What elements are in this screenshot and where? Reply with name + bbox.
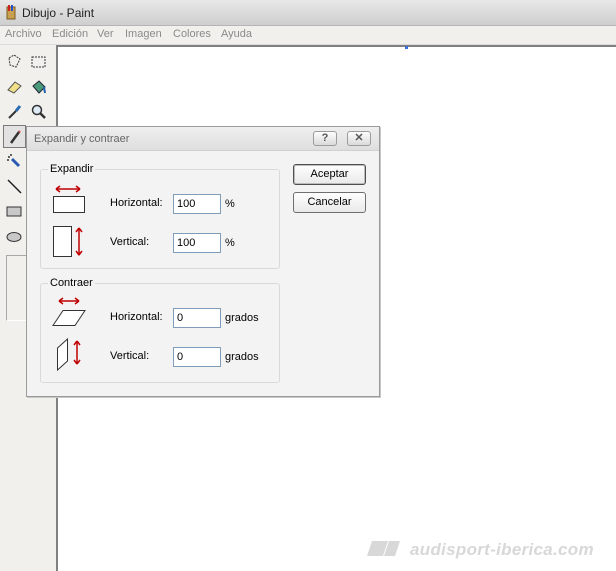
free-select-tool[interactable] [3,50,26,73]
stretch-vertical-label: Vertical: [110,236,150,248]
help-button[interactable]: ? [313,131,337,146]
skew-horizontal-label: Horizontal: [110,311,163,323]
line-icon [7,179,22,194]
fill-bucket-icon [32,80,46,94]
magnifier-icon [31,104,46,119]
help-icon: ? [321,132,329,144]
menu-bar: Archivo Edición Ver Imagen Colores Ayuda [0,26,616,45]
stretch-skew-dialog: Expandir y contraer ? ✕ Expandir Horizon… [26,126,380,397]
eraser-tool[interactable] [3,75,26,98]
rectangle-icon [6,206,22,217]
stretch-horizontal-unit: % [225,198,235,210]
airbrush-icon [7,154,21,168]
stretch-vertical-input[interactable] [173,233,221,253]
skew-horizontal-input[interactable] [173,308,221,328]
line-tool[interactable] [3,175,26,198]
stretch-group-label: Expandir [48,163,96,175]
stretch-horizontal-icon [53,185,85,213]
stretch-vertical-icon [53,226,83,257]
menu-ver[interactable]: Ver [97,28,114,40]
rectangle-tool[interactable] [3,200,26,223]
menu-archivo[interactable]: Archivo [5,28,42,40]
cancel-button[interactable]: Cancelar [293,192,366,213]
stretch-horizontal-label: Horizontal: [110,197,163,209]
eraser-icon [7,81,22,94]
skew-horizontal-unit: grados [225,312,259,324]
skew-vertical-unit: grados [225,351,259,363]
window-titlebar: Dibujo - Paint [0,0,616,26]
dialog-titlebar: Expandir y contraer ? ✕ [27,127,379,151]
paint-app-icon [6,5,16,20]
rect-select-icon [31,56,46,68]
color-picker-tool[interactable] [3,100,26,123]
ellipse-icon [6,232,22,242]
ok-button[interactable]: Aceptar [293,164,366,185]
pencil-icon [9,130,21,144]
stretch-group: Expandir Horizontal: % Vertical: % [40,163,280,269]
close-icon: ✕ [354,132,364,144]
fill-tool[interactable] [27,75,50,98]
skew-group-label: Contraer [48,277,95,289]
rect-select-tool[interactable] [27,50,50,73]
pencil-tool[interactable] [3,125,26,148]
airbrush-tool[interactable] [3,150,26,173]
watermark-logo-icon [367,541,400,556]
skew-vertical-label: Vertical: [110,350,150,362]
menu-colores[interactable]: Colores [173,28,211,40]
canvas-resize-handle[interactable] [405,46,408,49]
window-title: Dibujo - Paint [22,6,95,20]
ellipse-tool[interactable] [3,225,26,248]
stretch-horizontal-input[interactable] [173,194,221,214]
menu-ayuda[interactable]: Ayuda [221,28,252,40]
eyedropper-icon [8,105,22,119]
skew-group: Contraer Horizontal: grados Vertical: gr… [40,277,280,383]
stretch-vertical-unit: % [225,237,235,249]
skew-horizontal-icon [52,297,86,326]
magnifier-tool[interactable] [27,100,50,123]
menu-imagen[interactable]: Imagen [125,28,162,40]
skew-vertical-input[interactable] [173,347,221,367]
menu-edicion[interactable]: Edición [52,28,88,40]
close-button[interactable]: ✕ [347,131,371,146]
dialog-title: Expandir y contraer [34,133,130,145]
skew-vertical-icon [57,337,81,372]
free-select-icon [8,54,21,68]
watermark-text: audisport-iberica.com [410,540,594,559]
